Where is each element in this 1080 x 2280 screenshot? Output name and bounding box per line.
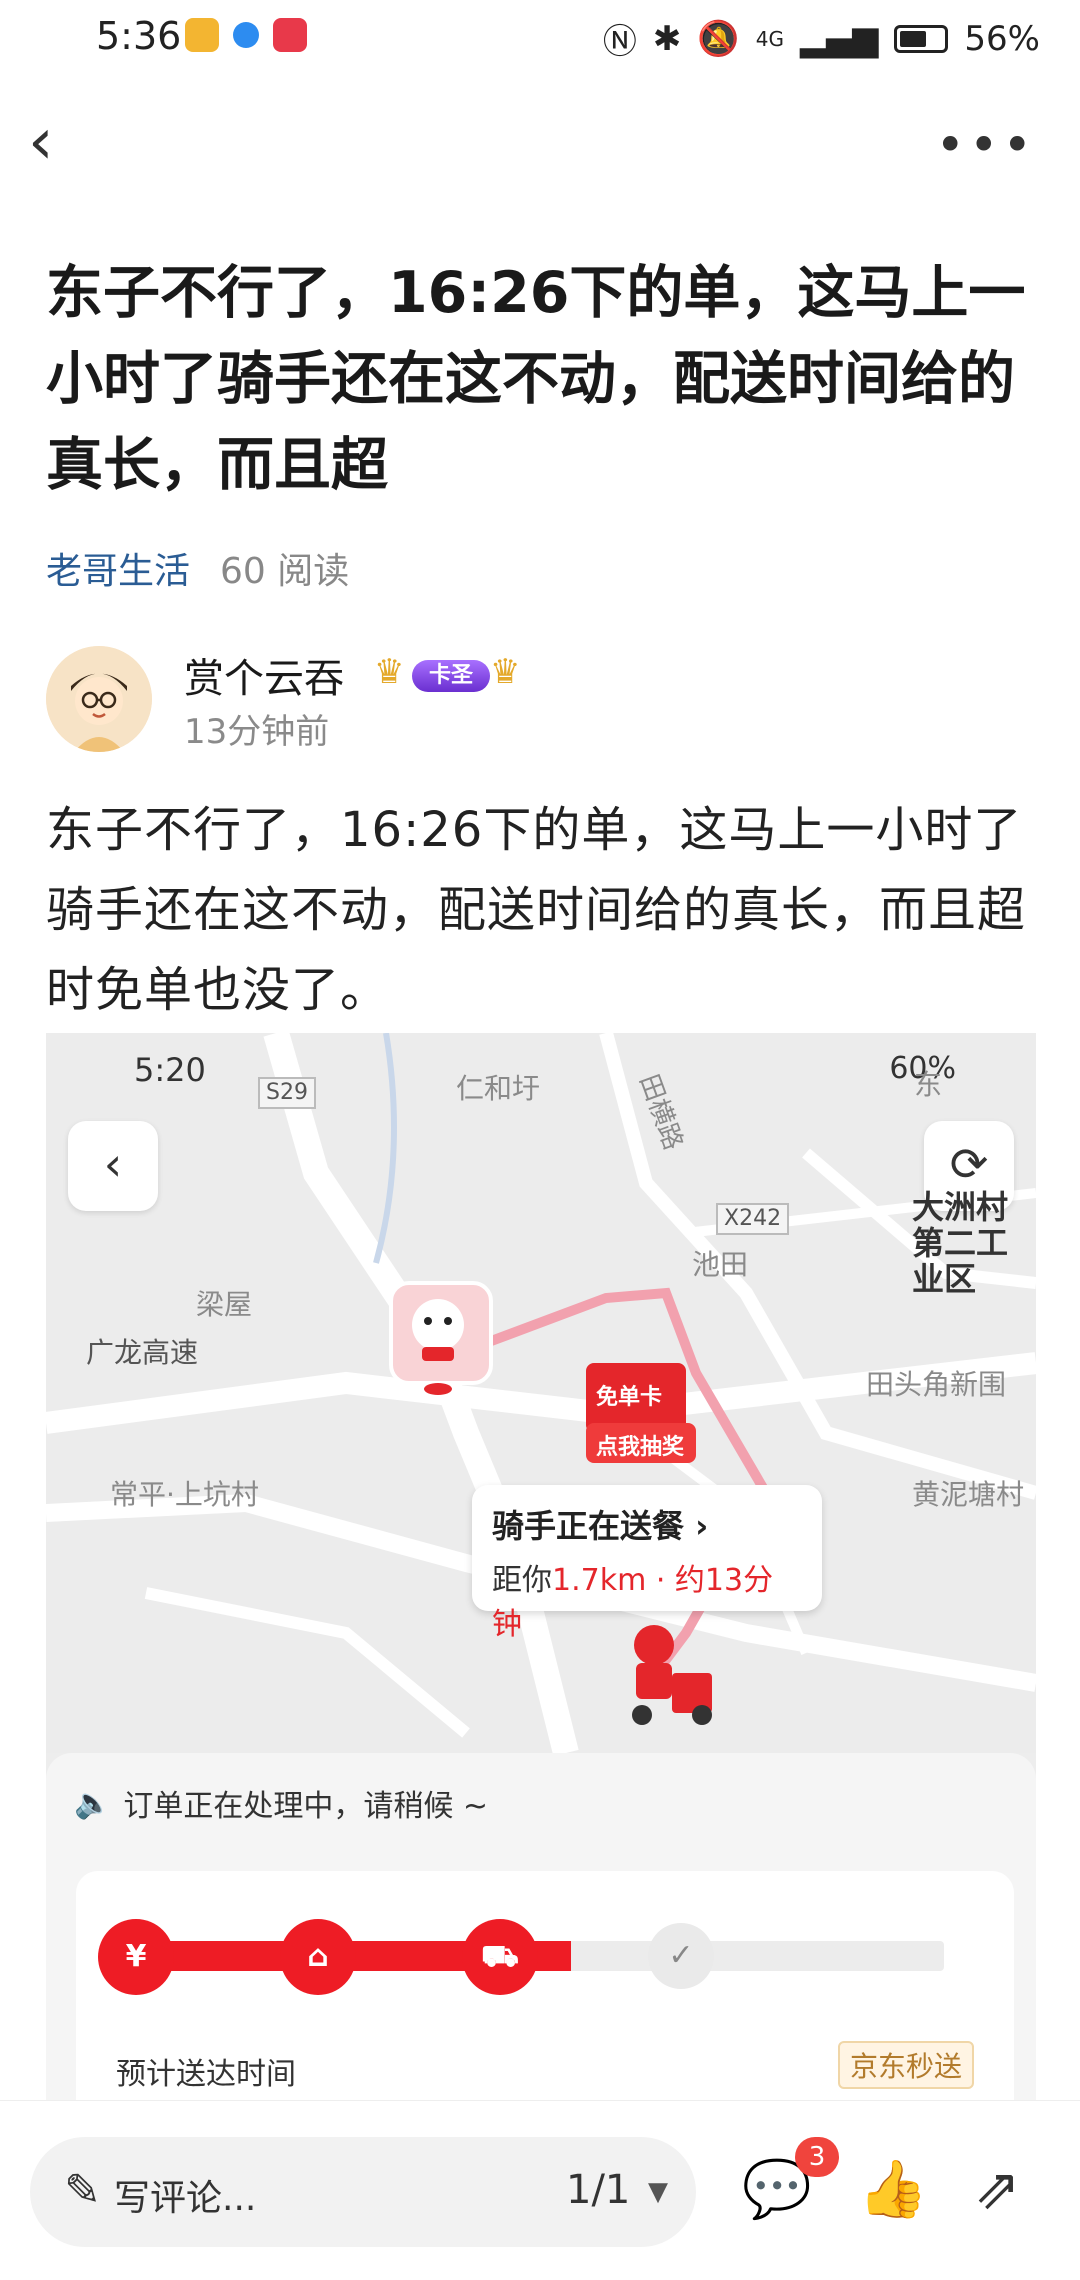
post-body: 东子不行了，16:26下的单，这马上一小时了骑手还在这不动，配送时间给的真长，而… — [46, 802, 1027, 1018]
map-label: 东 — [914, 1068, 943, 1101]
mute-icon: 🔕 — [697, 18, 740, 59]
shield-icon — [233, 22, 259, 48]
battery-icon — [894, 24, 949, 53]
map-label: 广龙高速 — [86, 1336, 199, 1369]
status-bar: 5:36 Ⓝ ✱ 🔕 4G ▂▄▆ 56% — [0, 0, 1080, 74]
post-meta: 老哥生活 60 阅读 — [46, 542, 349, 594]
comment-count-badge: 3 — [795, 2137, 839, 2177]
page-indicator[interactable]: 1/1 — [566, 2167, 630, 2213]
eta-label: 预计送达时间 — [116, 2057, 296, 2092]
coupon-title: 免单卡 — [596, 1385, 663, 1410]
comment-input[interactable]: ✎ 写评论... 1/1 ▼ — [30, 2137, 696, 2247]
shopping-app-icon — [273, 18, 307, 52]
order-panel: 🔈 订单正在处理中，请稍候 ~ ¥ ⌂ ⛟ ✓ 预计送达时间 京东秒送 — [46, 1753, 1036, 2103]
top-nav: ‹ ••• — [0, 100, 1080, 190]
badge-label: 卡圣 — [412, 660, 490, 692]
map-label: 池田 — [692, 1248, 749, 1281]
avatar-illustration — [46, 646, 152, 752]
bottom-action-bar: ✎ 写评论... 1/1 ▼ 💬 3 👍 ⇗ — [0, 2100, 1080, 2280]
author-name[interactable]: 赏个云吞 — [184, 646, 344, 704]
post-title: 东子不行了，16:26下的单，这马上一小时了骑手还在这不动，配送时间给的真长，而… — [46, 260, 1026, 498]
back-icon[interactable]: ‹ — [28, 110, 54, 174]
delivery-step-icon: ⛟ — [462, 1919, 538, 1995]
notice-text: 订单正在处理中，请稍候 ~ — [123, 1789, 489, 1824]
map-label: 黄泥塘村 — [912, 1478, 1025, 1511]
coupon-action: 点我抽奖 — [596, 1435, 685, 1460]
status-notification-icons — [185, 18, 307, 52]
battery-percent: 56% — [964, 18, 1040, 59]
like-icon[interactable]: 👍 — [858, 2155, 928, 2225]
store-step-icon: ⌂ — [280, 1919, 356, 1995]
chevron-right-icon: › — [695, 1507, 709, 1545]
post-time: 13分钟前 — [184, 712, 330, 752]
status-system-icons: Ⓝ ✱ 🔕 4G ▂▄▆ 56% — [603, 14, 1040, 63]
share-icon[interactable]: ⇗ — [962, 2155, 1032, 2225]
paid-step-icon: ¥ — [98, 1919, 174, 1995]
map-label: 大洲村第二工业区 — [912, 1188, 1009, 1298]
rider-status-bubble: 骑手正在送餐 › 距你1.7km · 约13分钟 — [472, 1485, 822, 1642]
order-notice: 🔈 订单正在处理中，请稍候 ~ — [74, 1781, 488, 1825]
map-label: 田头角新围 — [866, 1368, 1007, 1401]
more-options-icon[interactable]: ••• — [936, 116, 1036, 174]
post-image[interactable]: 5:20 60% ‹ ⟳ 仁和圩 田横路 东 S29 X242 大洲村第二工业区… — [46, 1033, 1036, 2103]
map-label: 仁和圩 — [456, 1072, 541, 1105]
service-tag: 京东秒送 — [837, 2041, 974, 2089]
status-time: 5:36 — [96, 14, 182, 58]
road-sign: X242 — [716, 1203, 790, 1235]
signal-icon: ▂▄▆ — [799, 18, 879, 59]
pencil-icon: ✎ — [64, 2165, 101, 2216]
progress-card: ¥ ⌂ ⛟ ✓ 预计送达时间 京东秒送 — [76, 1871, 1014, 2103]
author-row[interactable]: 赏个云吞 ♛ 卡圣 ♛ 13分钟前 — [46, 646, 1036, 756]
map-back-icon: ‹ — [68, 1121, 158, 1211]
comment-placeholder: 写评论... — [114, 2178, 257, 2219]
crown-icon: ♛ — [374, 652, 405, 692]
map-label: 梁屋 — [196, 1288, 253, 1321]
avatar[interactable] — [46, 646, 152, 752]
road-sign: S29 — [258, 1077, 316, 1109]
caret-down-icon[interactable]: ▼ — [648, 2177, 668, 2207]
bluetooth-icon: ✱ — [652, 18, 682, 59]
nfc-icon: Ⓝ — [602, 22, 637, 62]
author-badge: ♛ 卡圣 ♛ — [374, 646, 524, 700]
map-label: 常平·上坑村 — [110, 1478, 259, 1511]
inner-status-time: 5:20 — [134, 1051, 206, 1089]
notification-app-icon — [185, 18, 219, 52]
crown-icon-right: ♛ — [490, 652, 521, 692]
read-count: 60 阅读 — [220, 551, 350, 592]
channel-link[interactable]: 老哥生活 — [46, 542, 190, 594]
distance-prefix: 距你 — [492, 1563, 552, 1598]
delivered-step-icon: ✓ — [648, 1923, 714, 1989]
network-label: 4G — [755, 26, 784, 51]
speaker-icon: 🔈 — [74, 1785, 112, 1821]
rider-status-title: 骑手正在送餐 — [492, 1507, 685, 1545]
